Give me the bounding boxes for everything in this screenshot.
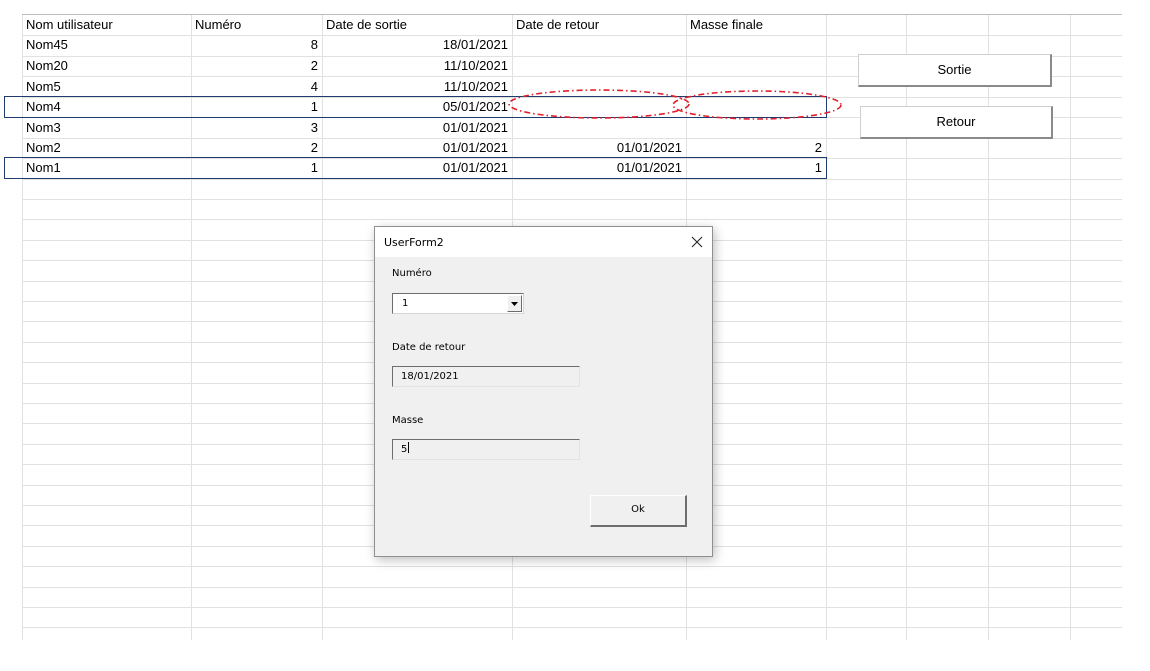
cell-nom[interactable]: Nom5 xyxy=(22,77,191,97)
dialog-titlebar[interactable]: UserForm2 xyxy=(375,227,712,257)
cell-masse-finale[interactable] xyxy=(686,118,826,138)
cell-numero[interactable]: 4 xyxy=(191,77,322,97)
masse-value: 5 xyxy=(401,444,408,455)
cell-masse-finale[interactable] xyxy=(686,56,826,76)
masse-input[interactable]: 5 xyxy=(392,439,580,460)
grid-line xyxy=(22,179,1122,180)
sortie-button[interactable]: Sortie xyxy=(858,54,1052,87)
header-date-sortie[interactable]: Date de sortie xyxy=(322,15,512,35)
cell-numero[interactable]: 2 xyxy=(191,138,322,158)
numero-combobox[interactable]: 1 xyxy=(392,293,524,314)
cell-nom[interactable]: Nom2 xyxy=(22,138,191,158)
cell-date-retour[interactable] xyxy=(512,77,686,97)
cell-date-retour[interactable]: 01/01/2021 xyxy=(512,138,686,158)
grid-line xyxy=(22,199,1122,200)
cell-date-sortie[interactable]: 01/01/2021 xyxy=(322,118,512,138)
cell-date-retour[interactable] xyxy=(512,35,686,55)
grid-line xyxy=(22,587,1122,588)
cell-date-sortie[interactable]: 18/01/2021 xyxy=(322,35,512,55)
grid-line xyxy=(22,566,1122,567)
row-highlight-nom1 xyxy=(4,157,827,179)
grid-line xyxy=(22,219,1122,220)
userform-dialog: UserForm2 Numéro 1 Date de retour 18/01/… xyxy=(374,226,713,557)
header-masse-finale[interactable]: Masse finale xyxy=(686,15,826,35)
ok-button[interactable]: Ok xyxy=(590,495,687,527)
retour-button[interactable]: Retour xyxy=(860,106,1053,139)
row-highlight-nom4 xyxy=(4,96,827,118)
cell-date-sortie[interactable]: 11/10/2021 xyxy=(322,56,512,76)
close-icon[interactable] xyxy=(687,232,707,252)
chevron-down-icon[interactable] xyxy=(507,295,522,312)
cell-date-retour[interactable] xyxy=(512,56,686,76)
cell-nom[interactable]: Nom20 xyxy=(22,56,191,76)
text-cursor xyxy=(408,442,410,453)
grid-line xyxy=(22,607,1122,608)
cell-numero[interactable]: 2 xyxy=(191,56,322,76)
numero-label: Numéro xyxy=(392,268,432,279)
cell-nom[interactable]: Nom3 xyxy=(22,118,191,138)
date-retour-label: Date de retour xyxy=(392,342,466,353)
header-numero[interactable]: Numéro xyxy=(191,15,322,35)
numero-combobox-value: 1 xyxy=(402,298,409,309)
grid-line xyxy=(22,627,1122,628)
cell-date-retour[interactable] xyxy=(512,118,686,138)
dialog-title: UserForm2 xyxy=(384,236,444,249)
cell-masse-finale[interactable] xyxy=(686,35,826,55)
header-date-retour[interactable]: Date de retour xyxy=(512,15,686,35)
cell-numero[interactable]: 8 xyxy=(191,35,322,55)
cell-numero[interactable]: 3 xyxy=(191,118,322,138)
header-nom-utilisateur[interactable]: Nom utilisateur xyxy=(22,15,191,35)
date-retour-value: 18/01/2021 xyxy=(401,371,459,382)
cell-masse-finale[interactable]: 2 xyxy=(686,138,826,158)
date-retour-input[interactable]: 18/01/2021 xyxy=(392,366,580,387)
cell-date-sortie[interactable]: 11/10/2021 xyxy=(322,77,512,97)
cell-masse-finale[interactable] xyxy=(686,77,826,97)
cell-nom[interactable]: Nom45 xyxy=(22,35,191,55)
cell-date-sortie[interactable]: 01/01/2021 xyxy=(322,138,512,158)
masse-label: Masse xyxy=(392,415,424,426)
